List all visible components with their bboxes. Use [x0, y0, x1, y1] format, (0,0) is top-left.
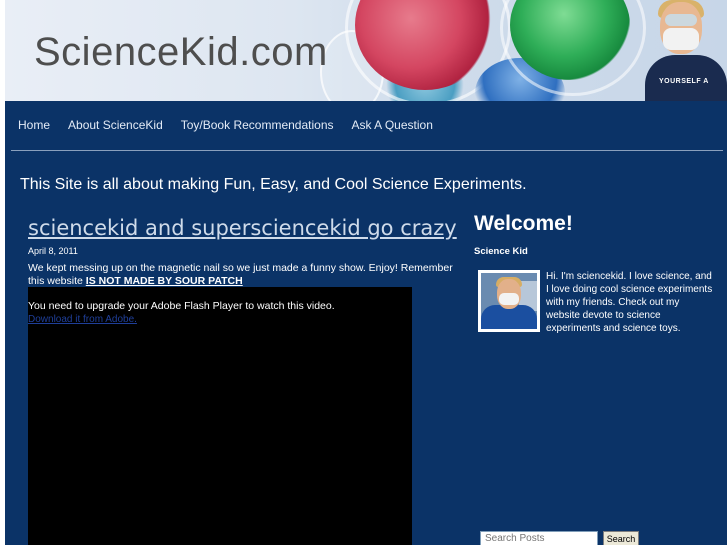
video-player[interactable]: You need to upgrade your Adobe Flash Pla… [28, 287, 412, 545]
sidebar-bio: Hi. I'm sciencekid. I love science, and … [546, 271, 713, 334]
search-button[interactable]: Search [603, 531, 639, 545]
site-title[interactable]: ScienceKid.com [34, 30, 328, 75]
nav-item-recommendations[interactable]: Toy/Book Recommendations [181, 118, 334, 132]
post-body: We kept messing up on the magnetic nail … [28, 262, 458, 288]
flash-download-link[interactable]: Download it from Adobe. [28, 314, 137, 325]
post-body-link[interactable]: IS NOT MADE BY SOUR PATCH [86, 275, 243, 287]
sidebar-welcome-heading: Welcome! [474, 212, 573, 235]
post-title-link[interactable]: sciencekid and supersciencekid go crazy [28, 216, 457, 240]
avatar [478, 270, 540, 332]
search-input[interactable] [480, 531, 598, 545]
flash-upgrade-message: You need to upgrade your Adobe Flash Pla… [28, 300, 335, 312]
header-kid-image: YOURSELF A [645, 0, 727, 101]
page-container: YOURSELF A ScienceKid.com Home About Sci… [5, 0, 727, 545]
avatar-image [481, 273, 537, 329]
site-tagline: This Site is all about making Fun, Easy,… [20, 176, 527, 193]
header-banner: YOURSELF A ScienceKid.com [5, 0, 727, 101]
main-nav: Home About ScienceKid Toy/Book Recommend… [18, 118, 451, 132]
nav-divider [11, 150, 723, 151]
shirt-text: YOURSELF A [659, 78, 709, 85]
sidebar-subtitle: Science Kid [474, 246, 528, 257]
nav-item-ask-question[interactable]: Ask A Question [352, 118, 433, 132]
post-date: April 8, 2011 [28, 246, 78, 256]
nav-item-about[interactable]: About ScienceKid [68, 118, 163, 132]
nav-item-home[interactable]: Home [18, 118, 50, 132]
